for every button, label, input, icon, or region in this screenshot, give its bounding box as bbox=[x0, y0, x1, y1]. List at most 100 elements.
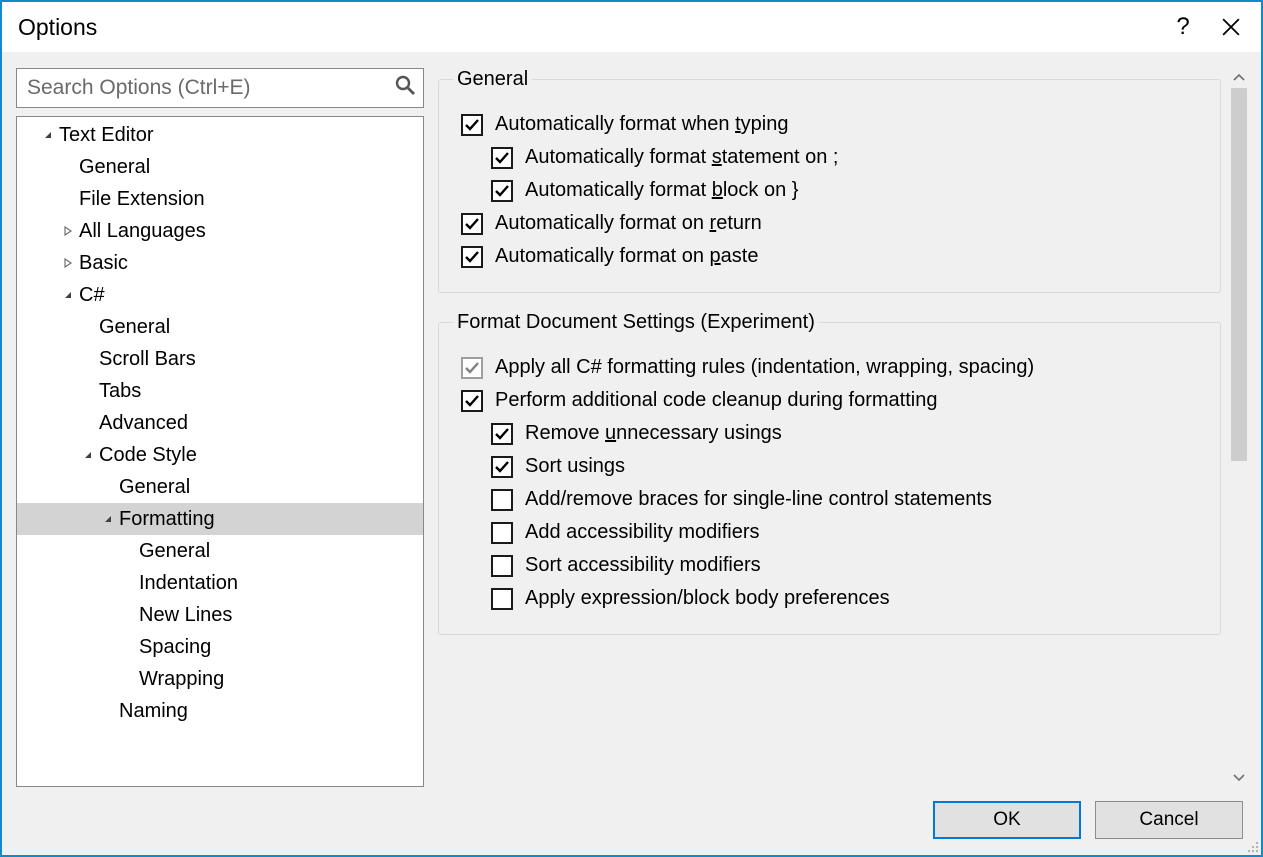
tree-toggle-placeholder bbox=[81, 416, 95, 430]
tree-item[interactable]: General bbox=[17, 151, 423, 183]
titlebar: Options ? bbox=[2, 2, 1261, 52]
checkbox[interactable] bbox=[491, 588, 513, 610]
tree-item-label: Formatting bbox=[119, 508, 215, 531]
ok-button[interactable]: OK bbox=[933, 801, 1081, 839]
option-row: Remove unnecessary usings bbox=[491, 422, 1206, 445]
checkbox-label: Automatically format on paste bbox=[495, 245, 758, 268]
scroll-up-arrow[interactable] bbox=[1229, 68, 1249, 88]
checkbox-label: Sort accessibility modifiers bbox=[525, 554, 761, 577]
tree-toggle-placeholder bbox=[101, 704, 115, 718]
checkbox[interactable] bbox=[491, 555, 513, 577]
settings-scrollbar[interactable] bbox=[1229, 68, 1249, 787]
tree-item[interactable]: Scroll Bars bbox=[17, 343, 423, 375]
tree-item[interactable]: Indentation bbox=[17, 567, 423, 599]
tree-toggle-placeholder bbox=[121, 608, 135, 622]
group-format-document: Format Document Settings (Experiment) App… bbox=[438, 311, 1221, 635]
left-column: Text Editor General File Extension All Lang… bbox=[16, 68, 424, 787]
tree-item[interactable]: General bbox=[17, 535, 423, 567]
option-row: Apply expression/block body preferences bbox=[491, 587, 1206, 610]
tree-toggle-placeholder bbox=[101, 480, 115, 494]
option-row: Sort usings bbox=[491, 455, 1206, 478]
tree-item-label: Scroll Bars bbox=[99, 348, 196, 371]
expand-icon[interactable] bbox=[61, 224, 75, 238]
checkbox-label: Apply expression/block body preferences bbox=[525, 587, 890, 610]
tree-item[interactable]: Formatting bbox=[17, 503, 423, 535]
tree-item-label: All Languages bbox=[79, 220, 206, 243]
checkbox[interactable] bbox=[491, 456, 513, 478]
tree-toggle-placeholder bbox=[81, 384, 95, 398]
resize-grip-icon[interactable] bbox=[1245, 839, 1259, 853]
checkbox[interactable] bbox=[491, 147, 513, 169]
tree-item[interactable]: Wrapping bbox=[17, 663, 423, 695]
search-input[interactable] bbox=[17, 72, 423, 104]
tree-item-label: Tabs bbox=[99, 380, 141, 403]
expand-icon[interactable] bbox=[61, 256, 75, 270]
settings-pane: GeneralAutomatically format when typingA… bbox=[438, 68, 1225, 787]
tree-item[interactable]: New Lines bbox=[17, 599, 423, 631]
tree-toggle-placeholder bbox=[121, 672, 135, 686]
tree-item-label: C# bbox=[79, 284, 105, 307]
tree-item[interactable]: File Extension bbox=[17, 183, 423, 215]
checkbox[interactable] bbox=[461, 213, 483, 235]
option-row: Automatically format statement on ; bbox=[491, 146, 1206, 169]
tree-item[interactable]: Spacing bbox=[17, 631, 423, 663]
tree-item[interactable]: General bbox=[17, 471, 423, 503]
tree-item[interactable]: Tabs bbox=[17, 375, 423, 407]
option-row: Automatically format on return bbox=[461, 212, 1206, 235]
tree-item[interactable]: C# bbox=[17, 279, 423, 311]
option-row: Automatically format block on } bbox=[491, 179, 1206, 202]
tree-item-label: File Extension bbox=[79, 188, 205, 211]
tree-item-label: Advanced bbox=[99, 412, 188, 435]
tree-item[interactable]: General bbox=[17, 311, 423, 343]
tree-toggle-placeholder bbox=[81, 320, 95, 334]
collapse-icon[interactable] bbox=[81, 448, 95, 462]
checkbox-label: Automatically format on return bbox=[495, 212, 762, 235]
tree-toggle-placeholder bbox=[81, 352, 95, 366]
checkbox-label: Add/remove braces for single-line contro… bbox=[525, 488, 992, 511]
tree-toggle-placeholder bbox=[121, 576, 135, 590]
tree-item[interactable]: Advanced bbox=[17, 407, 423, 439]
option-row: Automatically format when typing bbox=[461, 113, 1206, 136]
tree-item[interactable]: Naming bbox=[17, 695, 423, 727]
collapse-icon[interactable] bbox=[61, 288, 75, 302]
search-icon bbox=[395, 75, 415, 101]
tree-item-label: New Lines bbox=[139, 604, 232, 627]
scroll-down-arrow[interactable] bbox=[1229, 767, 1249, 787]
tree-item-label: General bbox=[119, 476, 190, 499]
tree-item-label: Spacing bbox=[139, 636, 211, 659]
scroll-thumb[interactable] bbox=[1231, 88, 1247, 461]
group-general: GeneralAutomatically format when typingA… bbox=[438, 68, 1221, 293]
tree-item[interactable]: Text Editor bbox=[17, 119, 423, 151]
tree-item-label: Wrapping bbox=[139, 668, 224, 691]
main-split: Text Editor General File Extension All Lang… bbox=[16, 68, 1249, 787]
checkbox[interactable] bbox=[491, 489, 513, 511]
tree-item-label: Text Editor bbox=[59, 124, 153, 147]
tree-item-label: Naming bbox=[119, 700, 188, 723]
checkbox[interactable] bbox=[461, 114, 483, 136]
checkbox[interactable] bbox=[491, 180, 513, 202]
window-title: Options bbox=[18, 14, 97, 41]
collapse-icon[interactable] bbox=[101, 512, 115, 526]
button-row: OK Cancel bbox=[16, 801, 1249, 843]
checkbox[interactable] bbox=[491, 522, 513, 544]
tree-item[interactable]: Basic bbox=[17, 247, 423, 279]
cancel-button[interactable]: Cancel bbox=[1095, 801, 1243, 839]
checkbox-label: Automatically format block on } bbox=[525, 179, 798, 202]
option-row: Add/remove braces for single-line contro… bbox=[491, 488, 1206, 511]
tree-item-label: General bbox=[99, 316, 170, 339]
collapse-icon[interactable] bbox=[41, 128, 55, 142]
close-button[interactable] bbox=[1207, 5, 1255, 49]
checkbox-label: Sort usings bbox=[525, 455, 625, 478]
checkbox[interactable] bbox=[491, 423, 513, 445]
help-button[interactable]: ? bbox=[1159, 5, 1207, 49]
checkbox[interactable] bbox=[461, 246, 483, 268]
checkbox-label: Add accessibility modifiers bbox=[525, 521, 760, 544]
right-column: GeneralAutomatically format when typingA… bbox=[438, 68, 1249, 787]
tree-item[interactable]: All Languages bbox=[17, 215, 423, 247]
group-legend: Format Document Settings (Experiment) bbox=[453, 311, 819, 334]
tree-item[interactable]: Code Style bbox=[17, 439, 423, 471]
checkbox[interactable] bbox=[461, 390, 483, 412]
scroll-track[interactable] bbox=[1229, 88, 1249, 767]
nav-tree[interactable]: Text Editor General File Extension All Lang… bbox=[16, 116, 424, 787]
option-row: Add accessibility modifiers bbox=[491, 521, 1206, 544]
